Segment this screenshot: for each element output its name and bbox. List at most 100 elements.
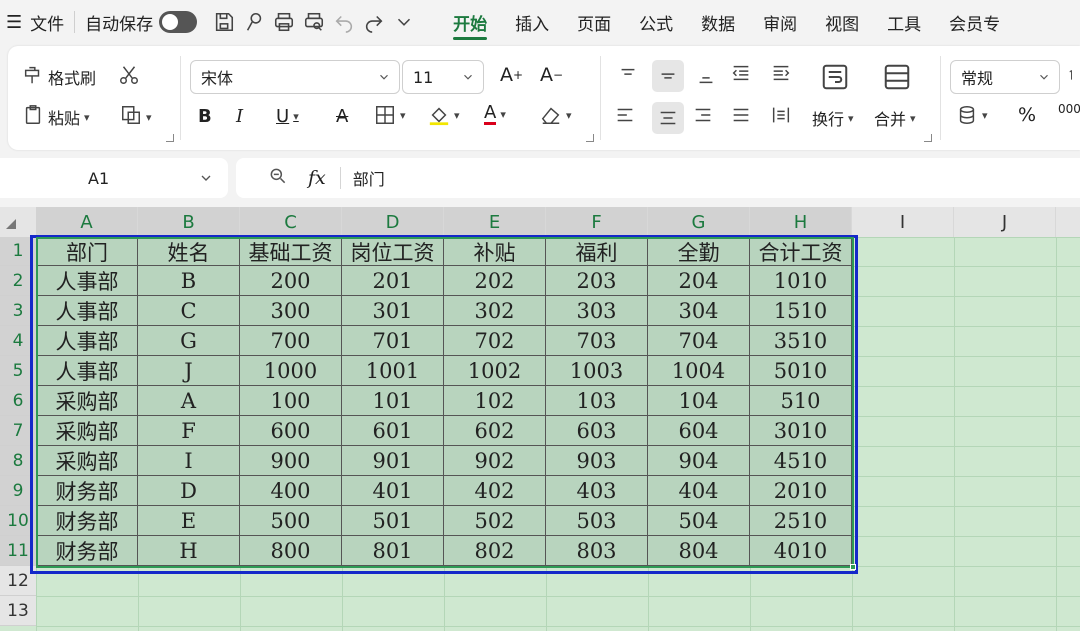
tab-formula[interactable]: 公式 — [625, 0, 687, 44]
underline-icon[interactable]: U ▾ — [276, 106, 299, 127]
font-group-expander[interactable] — [586, 134, 594, 142]
align-left-icon[interactable] — [614, 104, 636, 126]
align-center-icon[interactable] — [652, 102, 684, 134]
font-name-select[interactable]: 宋体 — [190, 60, 400, 94]
column-header-j[interactable]: J — [954, 207, 1056, 237]
name-box[interactable]: A1 — [0, 158, 228, 198]
wrap-text-big-icon[interactable] — [820, 62, 850, 92]
fill-color-icon[interactable]: ▾ — [428, 104, 460, 126]
font-name-value: 宋体 — [201, 69, 234, 88]
align-top-icon[interactable] — [614, 62, 642, 90]
increase-font-icon[interactable]: A + — [500, 64, 523, 86]
merge-button[interactable]: 合并 ▾ — [874, 106, 916, 130]
column-header-i[interactable]: I — [852, 207, 954, 237]
tab-page[interactable]: 页面 — [563, 0, 625, 44]
chevron-down-icon — [1040, 74, 1048, 80]
brush-icon — [22, 64, 44, 90]
wrap-text-button[interactable]: 换行 ▾ — [812, 106, 854, 130]
strikethrough-icon[interactable]: A — [336, 106, 348, 127]
formula-bar: fx 部门 — [236, 158, 1080, 198]
paste-label: 粘贴 — [48, 109, 81, 128]
chevron-down-icon: ▾ — [84, 110, 90, 124]
column-header-d[interactable]: D — [342, 207, 444, 237]
chevron-down-icon — [464, 74, 472, 80]
borders-icon[interactable]: ▾ — [374, 104, 406, 126]
formula-input[interactable]: 部门 — [353, 166, 385, 190]
thousands-button[interactable]: 000 — [1058, 102, 1080, 116]
print-icon[interactable] — [269, 7, 299, 37]
file-menu[interactable]: ☰ 文件 — [6, 0, 64, 44]
active-range-border — [36, 237, 854, 568]
copy-button[interactable]: ▾ — [120, 104, 152, 130]
row-header-13[interactable]: 13 — [0, 596, 36, 626]
column-header-a[interactable]: A — [36, 207, 138, 237]
sheet-grid[interactable]: A B C D E F G H I J 1 2 3 4 5 6 7 8 9 10 11 12 13 部门 姓名 基础工资 岗位工资补… — [0, 207, 1080, 631]
paste-button[interactable]: 粘贴 ▾ — [22, 104, 90, 130]
redo-icon[interactable] — [359, 7, 389, 37]
more-chevron-icon[interactable] — [389, 7, 419, 37]
align-right-icon[interactable] — [692, 104, 714, 126]
align-middle-icon[interactable] — [652, 60, 684, 92]
alignment-group-expander[interactable] — [924, 134, 932, 142]
save-icon[interactable] — [209, 7, 239, 37]
select-all-corner[interactable] — [6, 219, 16, 229]
format-painter-button[interactable]: 格式刷 — [22, 64, 96, 90]
decrease-indent-icon[interactable] — [730, 62, 752, 84]
group-divider — [940, 56, 941, 140]
autosave-label: 自动保存 — [85, 14, 154, 35]
format-painter-label: 格式刷 — [48, 69, 97, 88]
number-format-select[interactable]: 常规 — [950, 60, 1060, 94]
clipboard-group-expander[interactable] — [166, 134, 174, 142]
column-header-e[interactable]: E — [444, 207, 546, 237]
clear-format-icon[interactable]: ▾ — [540, 104, 572, 126]
font-color-icon[interactable]: A ▾ — [484, 104, 506, 125]
undo-icon[interactable] — [329, 7, 359, 37]
merge-label: 合并 — [874, 110, 907, 129]
column-header-c[interactable]: C — [240, 207, 342, 237]
percent-button[interactable]: % — [1018, 104, 1036, 126]
bold-icon[interactable]: B — [198, 106, 212, 127]
decrease-font-icon[interactable]: A − — [540, 64, 563, 86]
tab-review[interactable]: 审阅 — [749, 0, 811, 44]
italic-icon[interactable]: I — [236, 106, 243, 127]
tab-data[interactable]: 数据 — [687, 0, 749, 44]
divider — [339, 167, 341, 189]
cut-icon[interactable] — [118, 64, 140, 86]
currency-icon[interactable]: ▾ — [956, 104, 988, 126]
column-header-f[interactable]: F — [546, 207, 648, 237]
fill-handle[interactable] — [850, 564, 856, 570]
autosave-toggle[interactable]: 自动保存 — [85, 0, 198, 44]
column-header-b[interactable]: B — [138, 207, 240, 237]
ribbon-tabs: 开始 插入 页面 公式 数据 审阅 视图 工具 会员专 — [439, 0, 1014, 44]
group-divider — [180, 56, 181, 140]
fx-icon[interactable]: fx — [308, 167, 326, 189]
number-format-value: 常规 — [961, 69, 994, 88]
justify-icon[interactable] — [730, 104, 752, 126]
format-painter-icon[interactable] — [239, 7, 269, 37]
clipboard-icon — [22, 104, 44, 130]
menu-bar: ☰ 文件 自动保存 开始 插入 页面 公式 数据 审阅 视图 工具 会员专 — [0, 0, 1080, 44]
toggle-switch[interactable] — [159, 11, 198, 33]
column-header-h[interactable]: H — [750, 207, 852, 237]
convert-icon[interactable] — [1068, 64, 1080, 86]
gridline — [36, 596, 1080, 597]
file-menu-label: 文件 — [30, 14, 65, 35]
tab-insert[interactable]: 插入 — [501, 0, 563, 44]
wrap-text-label: 换行 — [812, 110, 845, 129]
print-preview-icon[interactable] — [299, 7, 329, 37]
divider — [74, 11, 76, 33]
column-header-g[interactable]: G — [648, 207, 750, 237]
copy-icon — [120, 104, 142, 130]
distribute-icon[interactable] — [770, 104, 792, 126]
font-size-value: 11 — [413, 67, 434, 87]
tab-home[interactable]: 开始 — [439, 0, 501, 44]
tab-member[interactable]: 会员专 — [935, 0, 1014, 44]
chevron-down-icon — [380, 74, 388, 80]
merge-big-icon[interactable] — [882, 62, 912, 92]
tab-tools[interactable]: 工具 — [873, 0, 935, 44]
font-size-select[interactable]: 11 — [402, 60, 484, 94]
zoom-formula-icon[interactable] — [268, 166, 288, 190]
tab-view[interactable]: 视图 — [811, 0, 873, 44]
increase-indent-icon[interactable] — [770, 62, 792, 84]
align-bottom-icon[interactable] — [692, 62, 720, 90]
